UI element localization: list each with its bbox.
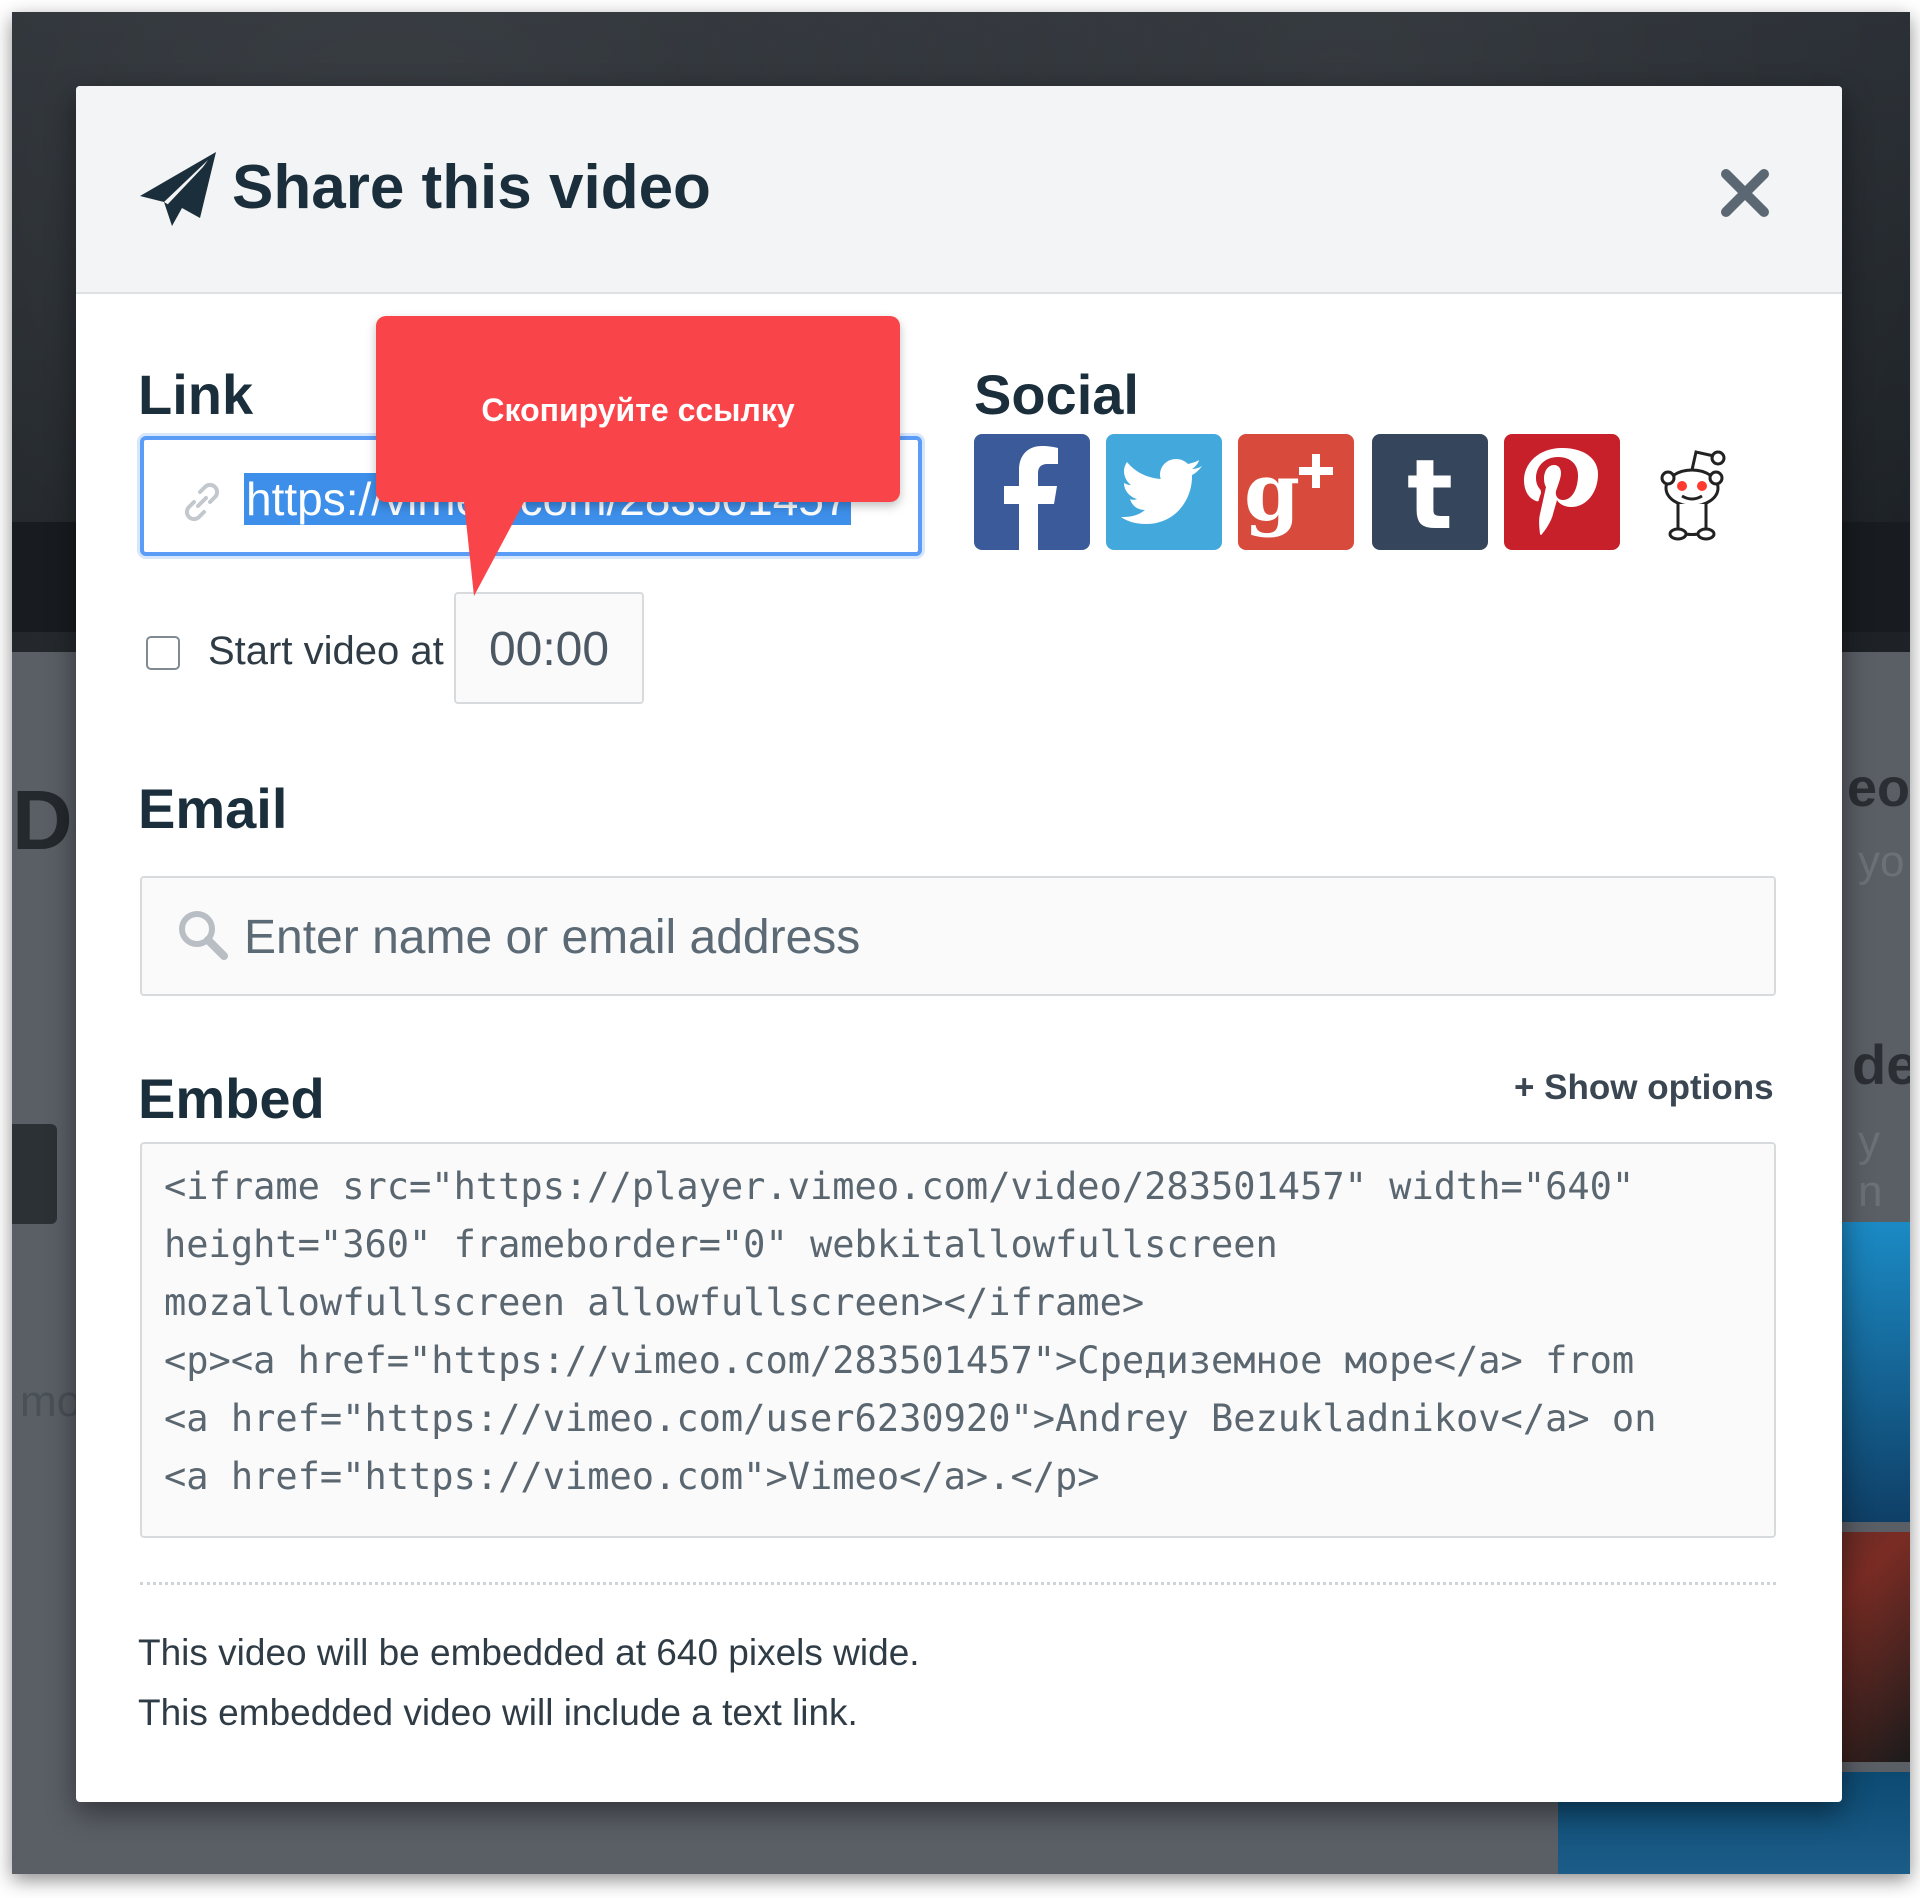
- embed-code-line: <a href="https://vimeo.com/user6230920">…: [164, 1397, 1657, 1440]
- pinterest-button[interactable]: [1504, 434, 1620, 550]
- twitter-icon: [1121, 459, 1202, 524]
- link-icon: [184, 482, 220, 522]
- tumblr-button[interactable]: t: [1372, 434, 1488, 551]
- start-video-label: Start video at: [208, 629, 444, 673]
- google-plus-icon: g: [1244, 445, 1333, 539]
- svg-text:t: t: [1407, 439, 1453, 550]
- divider: [140, 1582, 1776, 1585]
- embed-code-line: mozallowfullscreen allowfullscreen></ifr…: [164, 1281, 1145, 1324]
- email-input[interactable]: Enter name or email address: [140, 876, 1776, 996]
- background-text-right-2: y n: [1858, 1117, 1883, 1216]
- tumblr-icon: t: [1407, 439, 1453, 551]
- embed-code-line: <p><a href="https://vimeo.com/283501457"…: [164, 1339, 1635, 1382]
- embed-code-line: <a href="https://vimeo.com">Vimeo</a>.</…: [164, 1455, 1100, 1498]
- callout-pointer: [464, 502, 524, 596]
- modal-header: Share this video: [76, 86, 1842, 294]
- embed-link-info: This embedded video will include a text …: [138, 1692, 858, 1733]
- background-text-left: mo: [20, 1377, 82, 1426]
- facebook-button[interactable]: [974, 434, 1090, 550]
- link-label: Link: [138, 363, 254, 426]
- background-heading-right-1: eo: [1847, 758, 1910, 818]
- paper-plane-icon: [140, 152, 216, 226]
- embed-code-line: <iframe src="https://player.vimeo.com/vi…: [164, 1165, 1635, 1208]
- embed-code-line: height="360" frameborder="0" webkitallow…: [164, 1223, 1278, 1266]
- start-time-value: 00:00: [488, 623, 610, 676]
- callout-annotation: Скопируйте ссылку: [376, 316, 900, 502]
- search-icon: [179, 911, 228, 960]
- email-placeholder: Enter name or email address: [244, 911, 861, 964]
- pinterest-icon: [1524, 448, 1598, 535]
- reddit-button[interactable]: [1634, 434, 1750, 550]
- start-time-input[interactable]: 00:00: [454, 592, 644, 704]
- facebook-icon: [1004, 446, 1058, 550]
- callout-text: Скопируйте ссылку: [481, 392, 795, 428]
- email-label: Email: [138, 777, 288, 840]
- modal-title: Share this video: [232, 153, 711, 222]
- social-label: Social: [974, 363, 1139, 426]
- background-heading-right-2: dec: [1852, 1033, 1910, 1096]
- show-options-link[interactable]: + Show options: [1514, 1068, 1774, 1108]
- embed-label: Embed: [138, 1067, 325, 1130]
- background-button-left: [12, 1124, 57, 1224]
- reddit-icon: [1660, 450, 1726, 541]
- background-text-right-1: yo: [1858, 837, 1905, 886]
- share-modal: Share this video Link https://vimeo.com/…: [76, 86, 1842, 1802]
- svg-text:g: g: [1244, 445, 1300, 539]
- google-plus-button[interactable]: g: [1238, 434, 1354, 550]
- embed-code-box[interactable]: <iframe src="https://player.vimeo.com/vi…: [140, 1142, 1776, 1538]
- close-icon[interactable]: [1716, 164, 1774, 222]
- embed-code: <iframe src="https://player.vimeo.com/vi…: [164, 1158, 1752, 1506]
- twitter-button[interactable]: [1106, 434, 1222, 550]
- embed-width-info: This video will be embedded at 640 pixel…: [138, 1632, 920, 1673]
- start-video-checkbox[interactable]: [146, 636, 180, 670]
